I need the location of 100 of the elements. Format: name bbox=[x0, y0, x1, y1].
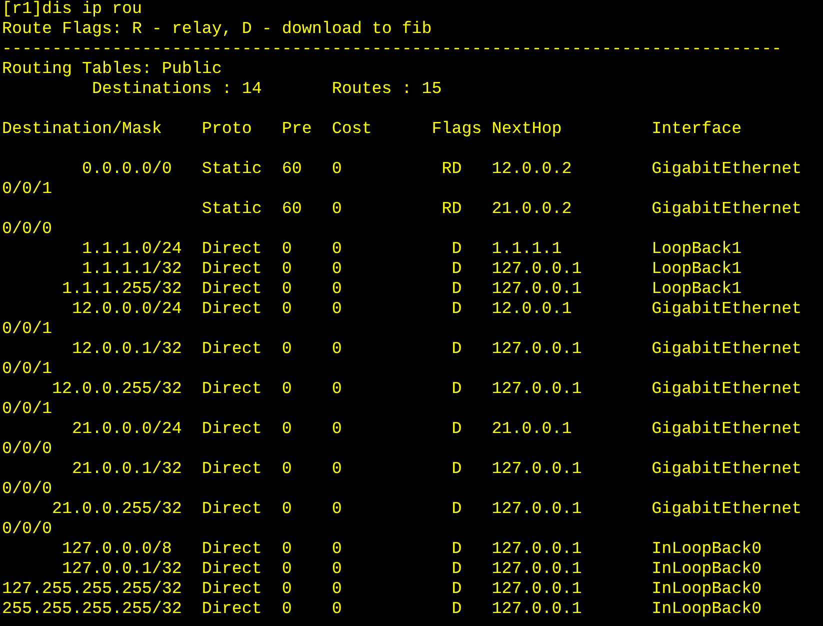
table-cell-text: RD bbox=[440, 160, 462, 180]
table-cell-text: 0 bbox=[282, 560, 293, 580]
table-cell-text: 0 bbox=[332, 340, 343, 360]
table-cell: 21.0.0.0/24 bbox=[72, 420, 182, 439]
table-cell-text: 60 bbox=[282, 200, 303, 220]
table-cell-text: D bbox=[450, 380, 462, 400]
table-cell-text: Direct bbox=[202, 260, 263, 280]
table-cell-text: 127.0.0.1 bbox=[492, 560, 583, 580]
table-cell-text: 0 bbox=[332, 600, 343, 620]
table-cell: GigabitEthernet bbox=[652, 500, 802, 520]
table-cell-text: Static bbox=[202, 200, 263, 220]
table-cell-text: 1.1.1.1 bbox=[492, 240, 563, 260]
column-header: NextHop bbox=[492, 120, 563, 140]
table-cell-text: 127.0.0.1 bbox=[492, 580, 583, 600]
table-cell-text: LoopBack1 bbox=[652, 260, 743, 280]
table-cell-text: InLoopBack0 bbox=[652, 560, 763, 580]
table-cell-text: 0 bbox=[332, 420, 343, 440]
legend-text: Route Flags: R - relay, D - download to fib bbox=[2, 20, 432, 40]
table-cell-text: 127.0.0.1 bbox=[492, 280, 583, 300]
table-cell-text: 12.0.0.2 bbox=[492, 160, 573, 180]
table-cell: 0/0/1 bbox=[2, 180, 52, 200]
table-cell-text: 21.0.0.1 bbox=[492, 420, 573, 440]
table-cell: 0/0/0 bbox=[2, 520, 52, 540]
table-cell-text: InLoopBack0 bbox=[652, 580, 763, 600]
table-cell-text: 0 bbox=[282, 580, 293, 600]
table-cell-text: D bbox=[450, 420, 462, 440]
table-cell-text: D bbox=[450, 560, 462, 580]
table-cell-text: D bbox=[450, 580, 462, 600]
table-cell-text: 127.0.0.1 bbox=[492, 600, 583, 620]
table-cell: 0/0/1 bbox=[2, 320, 52, 340]
routes-count: Routes : 15 bbox=[332, 80, 442, 100]
table-cell-text: Direct bbox=[202, 240, 263, 260]
table-cell-text: 0 bbox=[282, 500, 293, 520]
table-cell-text: 0 bbox=[282, 300, 293, 320]
table-cell: 127.0.0.0/8 bbox=[62, 540, 172, 559]
table-cell-text: 0 bbox=[332, 560, 343, 580]
table-cell-text: 0 bbox=[332, 280, 343, 300]
table-cell-text: Direct bbox=[202, 560, 263, 580]
table-cell-text: 127.0.0.1 bbox=[492, 460, 583, 480]
table-cell-text: D bbox=[450, 300, 462, 320]
table-cell-text: Direct bbox=[202, 460, 263, 480]
table-cell-text: D bbox=[450, 240, 462, 260]
destinations-count: Destinations : 14 bbox=[92, 80, 262, 100]
table-cell-text: Direct bbox=[202, 340, 263, 360]
table-cell: 0/0/1 bbox=[2, 360, 52, 380]
table-cell-text: 0 bbox=[332, 300, 343, 320]
table-cell-text: 127.0.0.1 bbox=[492, 340, 583, 360]
table-cell: 0.0.0.0/0 bbox=[82, 160, 172, 179]
table-cell: 127.0.0.1/32 bbox=[62, 560, 182, 579]
table-cell: 127.255.255.255/32 bbox=[2, 580, 182, 599]
table-cell-text: 60 bbox=[282, 160, 303, 180]
table-cell: 0/0/0 bbox=[2, 220, 52, 240]
table-cell: 0/0/1 bbox=[2, 400, 52, 420]
table-cell-text: 0 bbox=[282, 240, 293, 260]
table-cell-text: Direct bbox=[202, 540, 263, 560]
column-header: Cost bbox=[332, 120, 373, 140]
table-cell-text: 0 bbox=[332, 260, 343, 280]
table-cell: GigabitEthernet bbox=[652, 460, 802, 480]
table-cell-text: Direct bbox=[202, 380, 263, 400]
table-cell-text: InLoopBack0 bbox=[652, 600, 763, 620]
table-cell: GigabitEthernet bbox=[652, 160, 802, 180]
table-title: Routing Tables: Public bbox=[2, 60, 222, 80]
table-cell-text: D bbox=[450, 540, 462, 560]
column-header: Flags bbox=[432, 120, 483, 140]
command-prompt: [r1]dis ip rou bbox=[2, 0, 142, 20]
table-cell: 0/0/0 bbox=[2, 440, 52, 460]
table-cell: 255.255.255.255/32 bbox=[2, 600, 182, 619]
table-cell: 12.0.0.255/32 bbox=[52, 380, 182, 399]
table-cell-text: D bbox=[450, 340, 462, 360]
table-cell-text: 0 bbox=[282, 380, 293, 400]
table-cell-text: 0 bbox=[332, 200, 343, 220]
table-cell-text: 127.0.0.1 bbox=[492, 500, 583, 520]
table-cell: GigabitEthernet bbox=[652, 420, 802, 440]
table-cell-text: 0 bbox=[282, 600, 293, 620]
table-cell-text: Direct bbox=[202, 500, 263, 520]
table-cell-text: Static bbox=[202, 160, 263, 180]
table-cell-text: Direct bbox=[202, 580, 263, 600]
separator-text: ------------------------------------------------------------------------------ bbox=[2, 40, 782, 60]
table-cell: GigabitEthernet bbox=[652, 300, 802, 320]
table-cell: GigabitEthernet bbox=[652, 200, 802, 220]
table-cell-text: 127.0.0.1 bbox=[492, 260, 583, 280]
table-cell-text: RD bbox=[440, 200, 462, 220]
table-cell: 12.0.0.0/24 bbox=[72, 300, 182, 319]
table-cell-text: 0 bbox=[282, 280, 293, 300]
table-cell-text: D bbox=[450, 260, 462, 280]
table-cell-text: 0 bbox=[332, 500, 343, 520]
table-cell-text: LoopBack1 bbox=[652, 280, 743, 300]
table-cell: 21.0.0.255/32 bbox=[52, 500, 182, 519]
table-cell-text: D bbox=[450, 500, 462, 520]
table-cell: 1.1.1.255/32 bbox=[62, 280, 182, 299]
column-header: Proto bbox=[202, 120, 253, 140]
table-cell-text: 0 bbox=[332, 380, 343, 400]
table-cell-text: 0 bbox=[332, 240, 343, 260]
table-cell-text: 0 bbox=[332, 460, 343, 480]
table-cell: 0/0/0 bbox=[2, 480, 52, 500]
table-cell-text: D bbox=[450, 600, 462, 620]
table-cell: 21.0.0.1/32 bbox=[72, 460, 182, 479]
table-cell-text: 21.0.0.2 bbox=[492, 200, 573, 220]
table-cell-text: D bbox=[450, 280, 462, 300]
column-header: Destination/Mask bbox=[2, 120, 163, 140]
